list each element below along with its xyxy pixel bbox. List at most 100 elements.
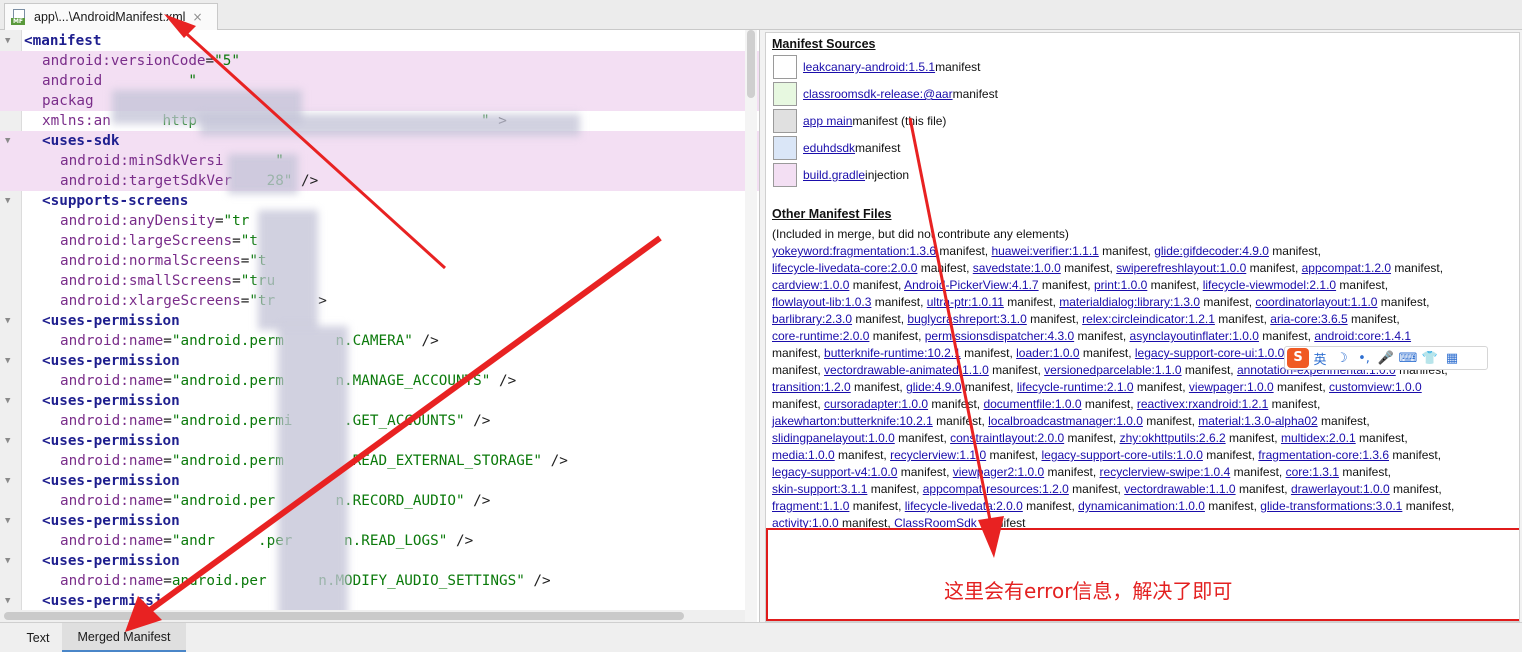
scroll-thumb[interactable]: [747, 30, 755, 98]
ime-toolbar[interactable]: S 英 ☽ •, 🎤 ⌨ 👕 ▦: [1284, 346, 1488, 370]
manifest-file-link[interactable]: lifecycle-livedata:2.0.0: [905, 499, 1023, 513]
source-link[interactable]: leakcanary-android:1.5.1: [803, 60, 935, 74]
code-line[interactable]: android:name="android.permi .GET_ACCOUNT…: [0, 411, 759, 431]
manifest-file-link[interactable]: viewpager2:1.0.0: [953, 465, 1044, 479]
code-line[interactable]: ▼ <manifest: [0, 31, 759, 51]
manifest-file-link[interactable]: loader:1.0.0: [1016, 346, 1079, 360]
manifest-file-link[interactable]: core-runtime:2.0.0: [772, 329, 869, 343]
code-line[interactable]: android:name="android.per n.RECORD_AUDIO…: [0, 491, 759, 511]
manifest-file-link[interactable]: appcompat-resources:1.2.0: [923, 482, 1069, 496]
code-line[interactable]: android:name="android.perm .READ_EXTERNA…: [0, 451, 759, 471]
manifest-file-link[interactable]: barlibrary:2.3.0: [772, 312, 852, 326]
keyboard-icon[interactable]: ⌨: [1397, 351, 1419, 366]
manifest-file-link[interactable]: savedstate:1.0.0: [973, 261, 1061, 275]
fold-toggle-icon[interactable]: ▼: [5, 471, 10, 491]
fold-toggle-icon[interactable]: ▼: [5, 31, 10, 51]
grid-icon[interactable]: ▦: [1441, 351, 1463, 366]
fold-toggle-icon[interactable]: ▼: [5, 191, 10, 211]
code-line[interactable]: android:largeScreens="t: [0, 231, 759, 251]
manifest-file-link[interactable]: flowlayout-lib:1.0.3: [772, 295, 871, 309]
manifest-file-link[interactable]: slidingpanelayout:1.0.0: [772, 431, 895, 445]
file-tab-androidmanifest[interactable]: MF app\...\AndroidManifest.xml ×: [4, 3, 218, 30]
manifest-file-link[interactable]: print:1.0.0: [1094, 278, 1147, 292]
code-line[interactable]: ▼ <uses-permission: [0, 391, 759, 411]
code-line[interactable]: ▼ <uses-permission: [0, 511, 759, 531]
code-line[interactable]: android:name="android.perm n.CAMERA" />: [0, 331, 759, 351]
code-line[interactable]: android:name="android.perm n.MANAGE_ACCO…: [0, 371, 759, 391]
manifest-file-link[interactable]: lifecycle-runtime:2.1.0: [1017, 380, 1134, 394]
manifest-file-link[interactable]: android:core:1.4.1: [1314, 329, 1411, 343]
code-line[interactable]: android:minSdkVersi ": [0, 151, 759, 171]
source-link[interactable]: build.gradle: [803, 168, 865, 182]
manifest-file-link[interactable]: cardview:1.0.0: [772, 278, 849, 292]
source-link[interactable]: classroomsdk-release:@aar: [803, 87, 953, 101]
code-line[interactable]: android:normalScreens="t: [0, 251, 759, 271]
manifest-file-link[interactable]: relex:circleindicator:1.2.1: [1082, 312, 1215, 326]
sogou-logo-icon[interactable]: S: [1287, 348, 1309, 368]
editor-horizontal-scrollbar[interactable]: [0, 610, 745, 622]
manifest-file-link[interactable]: jakewharton:butterknife:10.2.1: [772, 414, 933, 428]
manifest-file-link[interactable]: fragment:1.1.0: [772, 499, 849, 513]
manifest-file-link[interactable]: localbroadcastmanager:1.0.0: [988, 414, 1143, 428]
code-line[interactable]: ▼ <supports-screens: [0, 191, 759, 211]
manifest-file-link[interactable]: appcompat:1.2.0: [1302, 261, 1391, 275]
manifest-file-link[interactable]: customview:1.0.0: [1329, 380, 1422, 394]
tab-text[interactable]: Text: [14, 623, 62, 652]
code-line[interactable]: android:versionCode="5": [0, 51, 759, 71]
manifest-file-link[interactable]: ultra-ptr:1.0.11: [927, 295, 1004, 309]
code-line[interactable]: android:xlargeScreens="tr >: [0, 291, 759, 311]
skin-icon[interactable]: 👕: [1419, 351, 1441, 366]
fold-toggle-icon[interactable]: ▼: [5, 351, 10, 371]
manifest-file-link[interactable]: coordinatorlayout:1.1.0: [1255, 295, 1377, 309]
manifest-file-link[interactable]: zhy:okhttputils:2.6.2: [1120, 431, 1226, 445]
manifest-file-link[interactable]: legacy-support-core-ui:1.0.0: [1135, 346, 1284, 360]
code-line[interactable]: android ": [0, 71, 759, 91]
language-toggle[interactable]: 英: [1309, 349, 1331, 368]
manifest-file-link[interactable]: dynamicanimation:1.0.0: [1078, 499, 1205, 513]
manifest-file-link[interactable]: transition:1.2.0: [772, 380, 851, 394]
fold-toggle-icon[interactable]: ▼: [5, 591, 10, 611]
code-line[interactable]: ▼ <uses-permission: [0, 471, 759, 491]
code-line[interactable]: android:name=android.per n.MODIFY_AUDIO_…: [0, 571, 759, 591]
manifest-file-link[interactable]: huawei:verifier:1.1.1: [991, 244, 1098, 258]
manifest-file-link[interactable]: core:1.3.1: [1286, 465, 1339, 479]
punctuation-icon[interactable]: •,: [1353, 351, 1375, 366]
manifest-file-link[interactable]: material:1.3.0-alpha02: [1198, 414, 1317, 428]
code-line[interactable]: android:name="andr .per n.READ_LOGS" />: [0, 531, 759, 551]
manifest-file-link[interactable]: glide:4.9.0: [906, 380, 961, 394]
manifest-file-link[interactable]: constraintlayout:2.0.0: [950, 431, 1064, 445]
close-icon[interactable]: ×: [192, 10, 202, 24]
code-line[interactable]: ▼ <uses-permission: [0, 431, 759, 451]
manifest-file-link[interactable]: legacy-support-v4:1.0.0: [772, 465, 897, 479]
code-line[interactable]: ▼ <uses-permission: [0, 351, 759, 371]
manifest-file-link[interactable]: glide:gifdecoder:4.9.0: [1154, 244, 1269, 258]
manifest-file-link[interactable]: fragmentation-core:1.3.6: [1258, 448, 1389, 462]
manifest-file-link[interactable]: skin-support:3.1.1: [772, 482, 867, 496]
manifest-file-link[interactable]: vectordrawable-animated:1.1.0: [824, 363, 989, 377]
code-line[interactable]: ▼ <uses-permission: [0, 551, 759, 571]
manifest-file-link[interactable]: versionedparcelable:1.1.0: [1044, 363, 1181, 377]
manifest-file-link[interactable]: permissionsdispatcher:4.3.0: [925, 329, 1074, 343]
manifest-file-link[interactable]: buglycrashreport:3.1.0: [907, 312, 1026, 326]
manifest-file-link[interactable]: asynclayoutinflater:1.0.0: [1130, 329, 1259, 343]
manifest-file-link[interactable]: multidex:2.0.1: [1281, 431, 1356, 445]
manifest-file-link[interactable]: recyclerview-swipe:1.0.4: [1100, 465, 1231, 479]
source-link[interactable]: eduhdsdk: [803, 141, 855, 155]
scroll-thumb[interactable]: [4, 612, 684, 620]
code-line[interactable]: android:targetSdkVer 28" />: [0, 171, 759, 191]
manifest-file-link[interactable]: materialdialog:library:1.3.0: [1059, 295, 1200, 309]
fold-toggle-icon[interactable]: ▼: [5, 131, 10, 151]
manifest-file-link[interactable]: lifecycle-viewmodel:2.1.0: [1203, 278, 1336, 292]
microphone-icon[interactable]: 🎤: [1375, 351, 1397, 366]
code-line[interactable]: ▼ <uses-permission: [0, 311, 759, 331]
tab-merged-manifest[interactable]: Merged Manifest: [62, 623, 186, 652]
manifest-file-link[interactable]: cursoradapter:1.0.0: [824, 397, 928, 411]
manifest-file-link[interactable]: aria-core:3.6.5: [1270, 312, 1347, 326]
editor-vertical-scrollbar[interactable]: [745, 30, 757, 622]
code-line[interactable]: android:anyDensity="tr: [0, 211, 759, 231]
xml-editor[interactable]: ▼ <manifest android:versionCode="5" android…: [0, 30, 760, 622]
manifest-file-link[interactable]: viewpager:1.0.0: [1189, 380, 1274, 394]
manifest-file-link[interactable]: reactivex:rxandroid:1.2.1: [1137, 397, 1268, 411]
manifest-file-link[interactable]: vectordrawable:1.1.0: [1124, 482, 1235, 496]
manifest-file-link[interactable]: lifecycle-livedata-core:2.0.0: [772, 261, 917, 275]
